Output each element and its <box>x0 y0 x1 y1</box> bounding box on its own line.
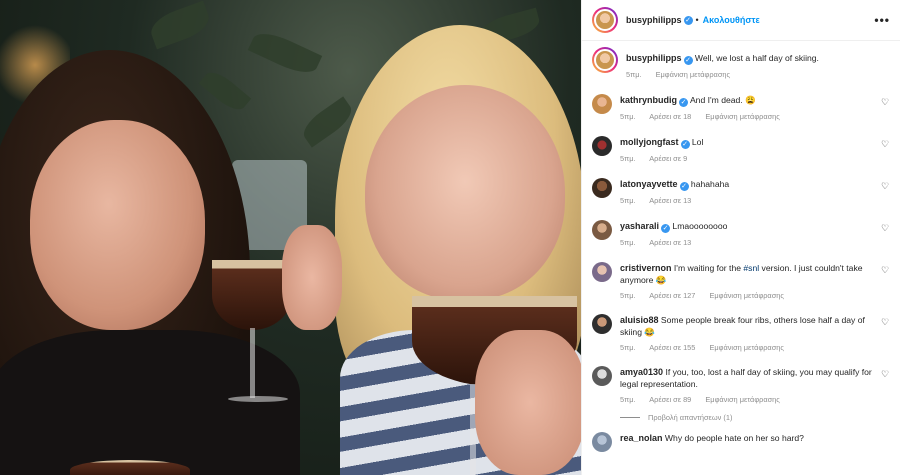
comment-text: Lol <box>691 137 704 147</box>
background-foliage <box>247 26 323 80</box>
likes-count[interactable]: Αρέσει σε 155 <box>649 343 695 352</box>
timestamp[interactable]: 5πμ. <box>620 238 636 247</box>
comments-list: busyphilipps ✓ Well, we lost a half day o… <box>582 47 900 452</box>
timestamp[interactable]: 5πμ. <box>620 395 636 404</box>
comment-text: Why do people hate on her so hard? <box>664 433 804 443</box>
avatar[interactable] <box>592 178 612 198</box>
avatar[interactable] <box>592 47 618 73</box>
comment-text: And I'm dead. 😩 <box>689 95 756 105</box>
timestamp[interactable]: 5πμ. <box>620 112 636 121</box>
post-author-username[interactable]: busyphilipps <box>626 15 682 25</box>
comment-item: aluisio88 Some people break four ribs, o… <box>592 314 890 352</box>
avatar[interactable] <box>592 136 612 156</box>
likes-count[interactable]: Αρέσει σε 18 <box>649 112 691 121</box>
heart-icon[interactable]: ♡ <box>881 224 890 233</box>
heart-icon[interactable]: ♡ <box>881 182 890 191</box>
avatar[interactable] <box>592 366 612 386</box>
glass-base-left <box>228 396 288 402</box>
timestamp[interactable]: 5πμ. <box>620 343 636 352</box>
verified-badge-icon: ✓ <box>661 224 671 233</box>
avatar[interactable] <box>592 7 618 33</box>
comment-text: hahahaha <box>690 179 730 189</box>
view-replies-button[interactable]: Προβολή απαντήσεων (1) <box>620 413 878 422</box>
comment-username[interactable]: rea_nolan <box>620 433 663 443</box>
timestamp[interactable]: 5πμ. <box>620 196 636 205</box>
verified-badge-icon: ✓ <box>683 15 693 25</box>
timestamp[interactable]: 5πμ. <box>620 154 636 163</box>
avatar[interactable] <box>592 94 612 114</box>
comment-username[interactable]: amya0130 <box>620 367 663 377</box>
see-translation-button[interactable]: Εμφάνιση μετάφρασης <box>705 395 779 404</box>
likes-count[interactable]: Αρέσει σε 13 <box>649 238 691 247</box>
hashtag-link[interactable]: #snl <box>743 263 759 273</box>
background-foliage <box>198 66 252 116</box>
comment-item: cristivernon I'm waiting for the #snl ve… <box>592 262 890 300</box>
comment-username[interactable]: yasharali <box>620 221 659 231</box>
comment-item: mollyjongfast ✓ Lol 5πμ. Αρέσει σε 9 ♡ <box>592 136 890 163</box>
comments-panel: busyphilipps ✓ • Ακολουθήστε ••• busyphi… <box>581 0 900 475</box>
more-horizontal-icon[interactable]: ••• <box>874 13 890 27</box>
hand-left <box>282 225 342 330</box>
cocktail-glass-left <box>212 260 292 330</box>
see-translation-button[interactable]: Εμφάνιση μετάφρασης <box>705 112 779 121</box>
background-foliage <box>146 0 214 50</box>
avatar[interactable] <box>592 262 612 282</box>
see-translation-button[interactable]: Εμφάνιση μετάφρασης <box>709 343 783 352</box>
verified-badge-icon: ✓ <box>679 182 689 191</box>
comment-username[interactable]: cristivernon <box>620 263 672 273</box>
view-replies-label: Προβολή απαντήσεων (1) <box>648 413 733 422</box>
caption-text: Well, we lost a half day of skiing. <box>694 53 819 63</box>
comment-item: amya0130 If you, too, lost a half day of… <box>592 366 890 422</box>
hand-right <box>475 330 581 475</box>
glass-stem-left <box>250 328 255 398</box>
comment-username[interactable]: mollyjongfast <box>620 137 679 147</box>
avatar[interactable] <box>592 314 612 334</box>
comment-item: yasharali ✓ Lmaoooooooo 5πμ. Αρέσει σε 13… <box>592 220 890 247</box>
heart-icon[interactable]: ♡ <box>881 140 890 149</box>
see-translation-button[interactable]: Εμφάνιση μετάφρασης <box>656 70 730 79</box>
post-photo[interactable] <box>0 0 581 475</box>
avatar[interactable] <box>592 432 612 452</box>
comment-text: I'm waiting for the <box>673 263 744 273</box>
likes-count[interactable]: Αρέσει σε 13 <box>649 196 691 205</box>
person-left-face <box>30 120 205 330</box>
verified-badge-icon: ✓ <box>683 56 693 65</box>
caption-username[interactable]: busyphilipps <box>626 53 682 63</box>
replies-divider <box>620 417 640 418</box>
comment-username[interactable]: aluisio88 <box>620 315 659 325</box>
comment-text: Lmaoooooooo <box>672 221 728 231</box>
timestamp[interactable]: 5πμ. <box>620 291 636 300</box>
caption: busyphilipps ✓ Well, we lost a half day o… <box>592 47 890 79</box>
verified-badge-icon: ✓ <box>679 98 689 107</box>
post-header: busyphilipps ✓ • Ακολουθήστε ••• <box>582 0 900 41</box>
likes-count[interactable]: Αρέσει σε 9 <box>649 154 687 163</box>
comment-item: kathrynbudig ✓ And I'm dead. 😩 5πμ. Αρέσε… <box>592 94 890 121</box>
separator-dot: • <box>695 15 699 25</box>
person-left-body <box>0 330 300 475</box>
timestamp[interactable]: 5πμ. <box>626 70 642 79</box>
comment-item: latonyayvette ✓ hahahaha 5πμ. Αρέσει σε 1… <box>592 178 890 205</box>
avatar[interactable] <box>592 220 612 240</box>
likes-count[interactable]: Αρέσει σε 89 <box>649 395 691 404</box>
heart-icon[interactable]: ♡ <box>881 98 890 107</box>
verified-badge-icon: ✓ <box>680 140 690 149</box>
see-translation-button[interactable]: Εμφάνιση μετάφρασης <box>709 291 783 300</box>
follow-button[interactable]: Ακολουθήστε <box>703 15 760 25</box>
comment-item: rea_nolan Why do people hate on her so h… <box>592 432 890 452</box>
heart-icon[interactable]: ♡ <box>881 266 890 275</box>
person-right-face <box>365 85 565 300</box>
heart-icon[interactable]: ♡ <box>881 370 890 379</box>
comment-username[interactable]: kathrynbudig <box>620 95 677 105</box>
cocktail-glass-bottom <box>70 460 190 475</box>
heart-icon[interactable]: ♡ <box>881 318 890 327</box>
likes-count[interactable]: Αρέσει σε 127 <box>649 291 695 300</box>
comment-username[interactable]: latonyayvette <box>620 179 678 189</box>
